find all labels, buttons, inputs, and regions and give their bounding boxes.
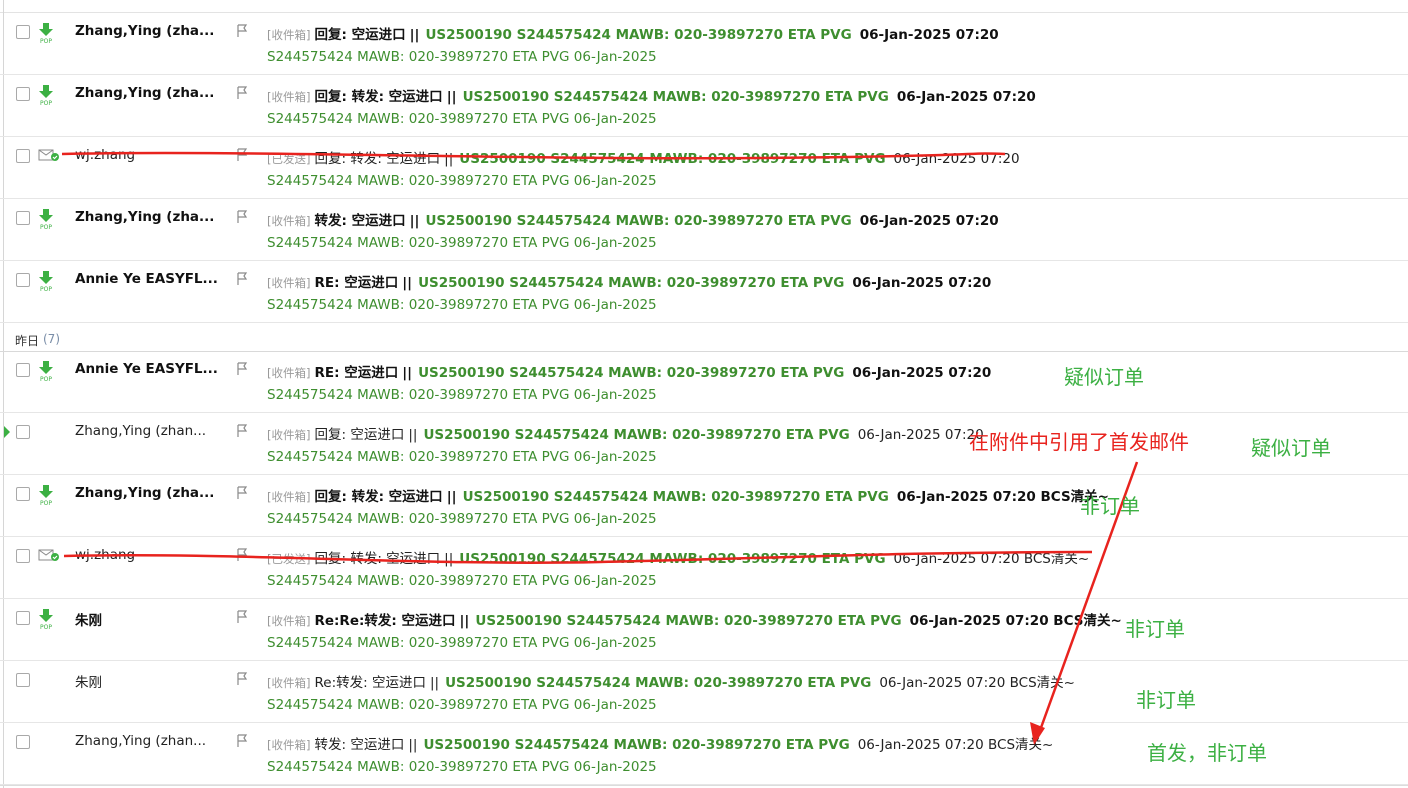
annotation-label: 首发，非订单	[1147, 741, 1267, 765]
annotation-label: 疑似订单	[1064, 365, 1144, 389]
annotation-label: 非订单	[1125, 617, 1185, 641]
annotation-overlay	[61, 151, 1139, 745]
annotation-label: 疑似订单	[1251, 436, 1331, 460]
annotation-label: 在附件中引用了首发邮件	[969, 430, 1189, 454]
strike-line-row-9	[63, 550, 1093, 564]
annotation-label: 非订单	[1080, 494, 1140, 518]
strike-line-row-3	[61, 151, 1006, 160]
annotation-label: 非订单	[1136, 688, 1196, 712]
